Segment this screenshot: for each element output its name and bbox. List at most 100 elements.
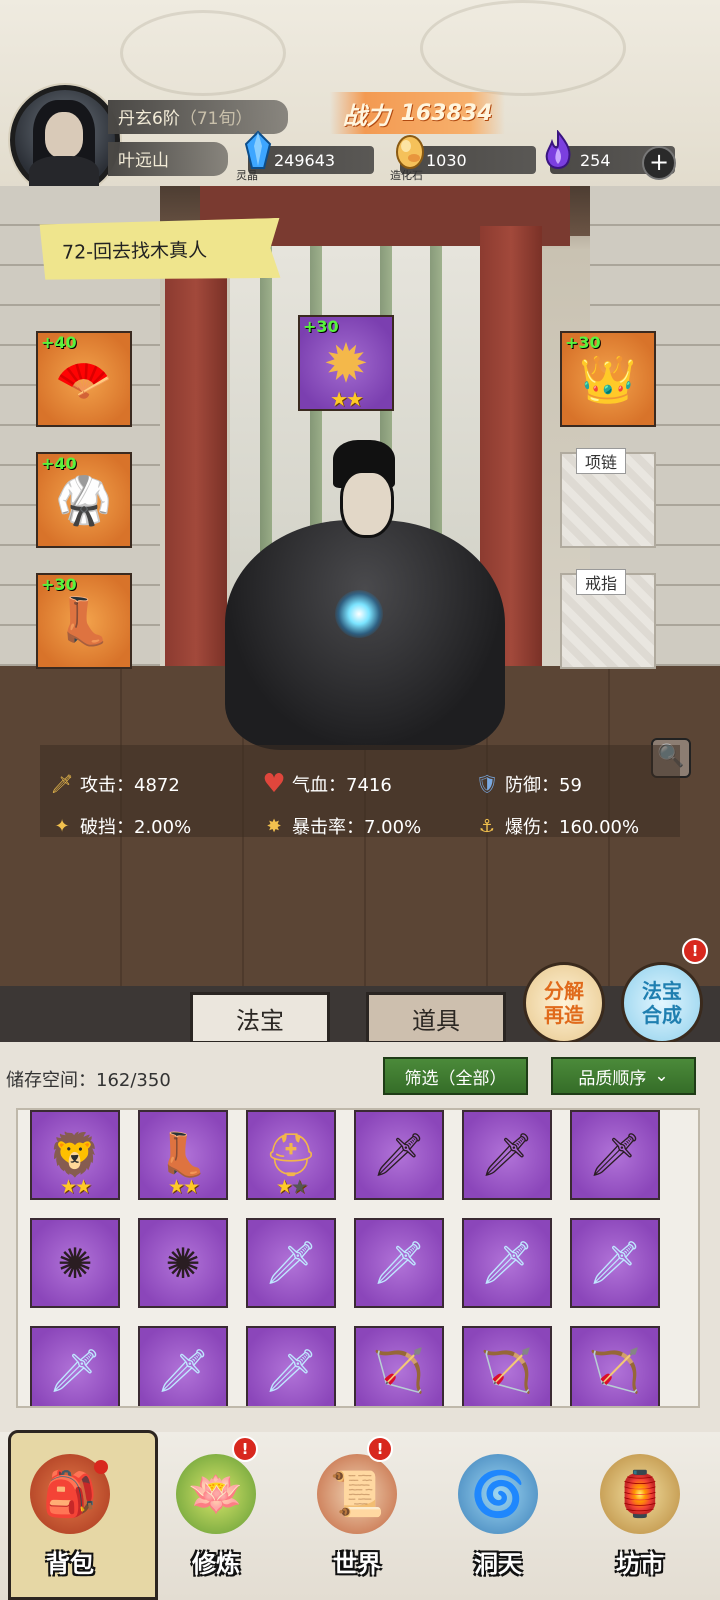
nav-alert-badge: !	[232, 1436, 258, 1462]
ice-sword-icon: 🗡	[372, 1238, 426, 1287]
add-resource-button[interactable]: +	[642, 146, 676, 180]
compose-button[interactable]: 法宝 合成	[621, 962, 703, 1044]
stat-defense: 🛡 防御：59	[475, 771, 582, 797]
ice-bow-icon: 🏹	[372, 1346, 426, 1395]
power-value: 163834	[400, 100, 493, 126]
inventory-item[interactable]: 🗡	[30, 1326, 120, 1406]
star-rating: ★★	[275, 1176, 308, 1198]
inventory-item[interactable]: 🗡	[570, 1218, 660, 1308]
dark-blade-icon: 🗡	[588, 1130, 642, 1179]
purple-flame-icon	[540, 129, 576, 170]
decompose-line2: 再造	[544, 1003, 584, 1027]
equip-slot-boots[interactable]: 👢 +30	[36, 573, 132, 669]
inventory-item[interactable]: 🗡	[246, 1326, 336, 1406]
equip-slot-necklace[interactable]: 项链	[560, 448, 656, 548]
ice-bow-icon: 🏹	[480, 1346, 534, 1395]
nav-dot	[94, 1460, 108, 1474]
inventory-item[interactable]: 🗡	[570, 1110, 660, 1200]
quest-text: 72-回去找木真人	[61, 239, 208, 264]
enhance-level: +40	[41, 333, 77, 352]
equip-slot-armor[interactable]: 🥋 +40	[36, 452, 132, 548]
character-figure	[215, 440, 515, 760]
resource-value: 254	[580, 150, 611, 170]
nav-bag[interactable]: 🎒 背包	[8, 1430, 158, 1600]
equip-slot-ring[interactable]: 戒指	[560, 569, 656, 669]
resource-label: 灵晶	[236, 169, 258, 182]
sort-dropdown[interactable]: 品质顺序 ⌄	[551, 1057, 696, 1095]
ring-label: 戒指	[576, 569, 627, 595]
nav-cave[interactable]: 🌀 洞天	[438, 1440, 558, 1590]
tab-items[interactable]: 道具	[366, 992, 506, 1044]
filter-button[interactable]: 筛选（全部）	[383, 1057, 528, 1095]
tab-fabao[interactable]: 法宝	[190, 992, 330, 1044]
stat-break: ✦ 破挡：2.00%	[50, 813, 191, 839]
quest-banner[interactable]: 72-回去找木真人	[39, 218, 280, 282]
nav-label: 背包	[46, 1550, 94, 1578]
dark-blade-icon: 🗡	[372, 1130, 426, 1179]
inventory-item[interactable]: 🗡	[354, 1110, 444, 1200]
player-name: 叶远山	[108, 142, 228, 176]
compose-alert-badge: !	[682, 938, 708, 964]
equip-slot-treasure[interactable]: ✹ +30 ★★	[298, 315, 394, 411]
blue-crystal-icon	[240, 130, 276, 170]
star-rating: ★★	[59, 1176, 92, 1198]
equip-slot-weapon[interactable]: 🪭 +40	[36, 331, 132, 427]
inventory-item[interactable]: 🗡	[246, 1218, 336, 1308]
sort-label: 品质顺序	[578, 1068, 647, 1089]
spirit-orb	[335, 590, 383, 638]
inventory-grid[interactable]: 🦁 ★★ 👢 ★★ ⛑ ★★ 🗡 🗡 🗡 ✺ ✺ 🗡 🗡 🗡 🗡 🗡 🗡 🗡 🏹 🏹 🏹	[16, 1108, 700, 1408]
inventory-item[interactable]: 🏹	[570, 1326, 660, 1406]
nav-world[interactable]: 📜 ! 世界	[297, 1436, 417, 1590]
decompose-line1: 分解	[544, 979, 584, 1003]
scroll-map-icon: 📜	[317, 1454, 397, 1534]
inventory-item[interactable]: 🗡	[138, 1326, 228, 1406]
rank-text: 丹玄6阶	[118, 109, 180, 129]
enhance-level: +30	[565, 333, 601, 352]
stat-hp: ♥ 气血：7416	[262, 769, 392, 799]
equip-slot-head[interactable]: 👑 +30	[560, 331, 656, 427]
chevron-down-icon: ⌄	[654, 1066, 669, 1086]
stat-text: 破挡：2.00%	[80, 817, 192, 838]
sword-icon: 🗡	[50, 773, 74, 795]
inventory-item[interactable]: ⛑ ★★	[246, 1110, 336, 1200]
decompose-button[interactable]: 分解 再造	[523, 962, 605, 1044]
player-avatar[interactable]	[10, 85, 120, 196]
inventory-item[interactable]: 🗡	[354, 1218, 444, 1308]
storage-capacity: 储存空间：162/350	[6, 1070, 171, 1091]
inventory-item[interactable]: ✺	[30, 1218, 120, 1308]
inventory-item[interactable]: 🏹	[354, 1326, 444, 1406]
combat-power: 战力 163834	[330, 92, 505, 134]
dark-blade-icon: 🗡	[480, 1130, 534, 1179]
age-text: （71旬）	[179, 109, 253, 129]
resource-label: 造化石	[390, 169, 423, 182]
crit-icon: ✸	[266, 815, 282, 837]
heart-icon: ♥	[262, 769, 286, 799]
tabs-bar	[0, 986, 720, 1046]
inventory-item[interactable]: 👢 ★★	[138, 1110, 228, 1200]
ice-sword-icon: 🗡	[264, 1238, 318, 1287]
ice-bow-icon: 🏹	[588, 1346, 642, 1395]
stat-text: 防御：59	[505, 775, 582, 796]
inventory-item[interactable]: 🏹	[462, 1326, 552, 1406]
crit-damage-icon: ⚓	[478, 815, 496, 837]
nav-alert-badge: !	[367, 1436, 393, 1462]
market-icon: 🏮	[600, 1454, 680, 1534]
nav-label: 修炼	[192, 1550, 240, 1578]
inventory-item[interactable]: ✺	[138, 1218, 228, 1308]
inventory-item[interactable]: 🗡	[462, 1218, 552, 1308]
spiked-wheel-icon: ✺	[57, 1238, 93, 1288]
nav-cultivate[interactable]: 🪷 ! 修炼	[156, 1436, 276, 1590]
nav-market[interactable]: 🏮 坊市	[580, 1440, 700, 1590]
nav-label: 世界	[333, 1550, 381, 1578]
compose-line2: 合成	[642, 1003, 682, 1027]
star-rating: ★★	[330, 387, 364, 411]
portal-icon: 🌀	[458, 1454, 538, 1534]
stat-text: 气血：7416	[292, 775, 392, 796]
spiked-wheel-icon: ✺	[165, 1238, 201, 1288]
inventory-item[interactable]: 🗡	[462, 1110, 552, 1200]
resource-value: 1030	[426, 150, 467, 170]
nav-label: 洞天	[474, 1550, 522, 1578]
ice-sword-icon: 🗡	[588, 1238, 642, 1287]
inventory-item[interactable]: 🦁 ★★	[30, 1110, 120, 1200]
stat-attack: 🗡 攻击：4872	[50, 771, 180, 797]
